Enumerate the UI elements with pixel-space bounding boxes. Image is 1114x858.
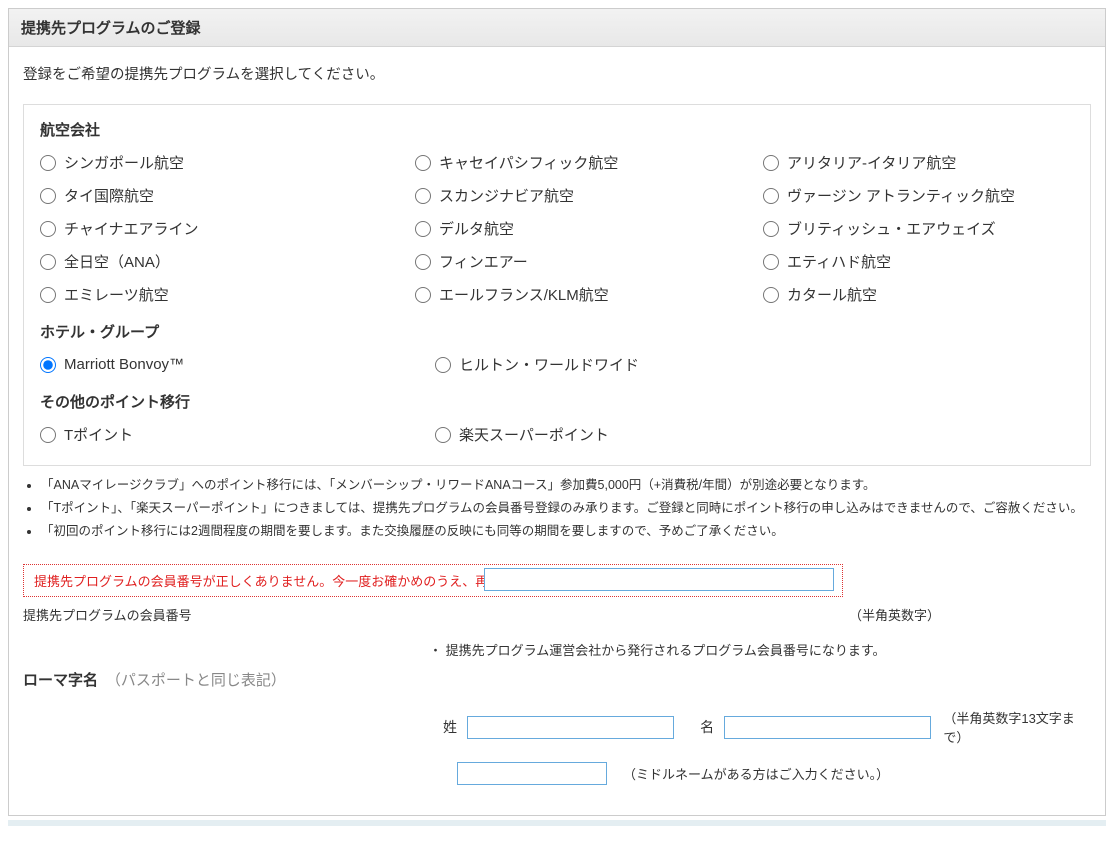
radio-label: タイ国際航空 (64, 185, 154, 206)
intro-text: 登録をご希望の提携先プログラムを選択してください。 (9, 47, 1105, 94)
radio-other-rakuten[interactable]: 楽天スーパーポイント (435, 418, 1074, 451)
first-name-label: 名 (700, 717, 714, 737)
radio-airline-cathay[interactable]: キャセイパシフィック航空 (415, 146, 763, 179)
radio-input[interactable] (763, 287, 779, 303)
last-name-label: 姓 (443, 717, 457, 737)
group-airlines-title: 航空会社 (40, 119, 1074, 140)
hotel-radio-grid: Marriott Bonvoy™ ヒルトン・ワールドワイド (40, 348, 1074, 381)
radio-input[interactable] (40, 254, 56, 270)
radio-input[interactable] (415, 221, 431, 237)
radio-input[interactable] (763, 221, 779, 237)
registration-page: 提携先プログラムのご登録 登録をご希望の提携先プログラムを選択してください。 航… (8, 8, 1106, 816)
radio-label: エミレーツ航空 (64, 284, 169, 305)
group-hotels-title: ホテル・グループ (40, 321, 1074, 342)
radio-input[interactable] (415, 155, 431, 171)
radio-label: アリタリア-イタリア航空 (787, 152, 956, 173)
radio-label: カタール航空 (787, 284, 877, 305)
radio-other-tpoint[interactable]: Tポイント (40, 418, 435, 451)
middle-name-input[interactable] (457, 762, 607, 785)
radio-input[interactable] (40, 287, 56, 303)
last-name-input[interactable] (467, 716, 674, 739)
radio-input[interactable] (435, 427, 451, 443)
name-row: 姓 名 （半角英数字13文字まで） (443, 708, 1091, 746)
radio-input[interactable] (40, 427, 56, 443)
radio-label: 全日空（ANA） (64, 251, 170, 272)
radio-input[interactable] (415, 287, 431, 303)
radio-airline-ana[interactable]: 全日空（ANA） (40, 245, 415, 278)
radio-label: ヒルトン・ワールドワイド (459, 354, 639, 375)
radio-input[interactable] (763, 155, 779, 171)
romaji-section: ローマ字名 （パスポートと同じ表記） 姓 名 （半角英数字13文字まで） （ミド… (9, 659, 1105, 815)
radio-airline-alitalia[interactable]: アリタリア-イタリア航空 (763, 146, 1074, 179)
program-selection-box: 航空会社 シンガポール航空 キャセイパシフィック航空 アリタリア-イタリア航空 … (23, 104, 1091, 466)
radio-airline-virgin[interactable]: ヴァージン アトランティック航空 (763, 179, 1074, 212)
airline-radio-grid: シンガポール航空 キャセイパシフィック航空 アリタリア-イタリア航空 タイ国際航… (40, 146, 1074, 311)
notes-list: 「ANAマイレージクラブ」へのポイント移行には、「メンバーシップ・リワードANA… (37, 476, 1091, 540)
radio-airline-thai[interactable]: タイ国際航空 (40, 179, 415, 212)
romaji-title: ローマ字名 (23, 672, 98, 689)
romaji-hint: （半角英数字13文字まで） (943, 708, 1091, 746)
section-title: 提携先プログラムのご登録 (9, 8, 1105, 47)
radio-label: スカンジナビア航空 (439, 185, 574, 206)
other-radio-grid: Tポイント 楽天スーパーポイント (40, 418, 1074, 451)
radio-label: シンガポール航空 (64, 152, 184, 173)
radio-input[interactable] (40, 155, 56, 171)
radio-label: キャセイパシフィック航空 (439, 152, 618, 173)
first-name-input[interactable] (724, 716, 931, 739)
radio-airline-qatar[interactable]: カタール航空 (763, 278, 1074, 311)
radio-input[interactable] (40, 221, 56, 237)
member-number-input[interactable] (484, 568, 834, 591)
radio-label: Marriott Bonvoy™ (64, 356, 184, 373)
radio-input[interactable] (435, 357, 451, 373)
note-item: 「ANAマイレージクラブ」へのポイント移行には、「メンバーシップ・リワードANA… (41, 476, 1091, 495)
radio-input[interactable] (40, 188, 56, 204)
radio-hotel-hilton[interactable]: ヒルトン・ワールドワイド (435, 348, 1074, 381)
radio-input[interactable] (415, 254, 431, 270)
radio-airline-afklm[interactable]: エールフランス/KLM航空 (415, 278, 763, 311)
radio-airline-etihad[interactable]: エティハド航空 (763, 245, 1074, 278)
radio-airline-delta[interactable]: デルタ航空 (415, 212, 763, 245)
member-number-label: 提携先プログラムの会員番号 (23, 605, 483, 624)
radio-label: フィンエアー (439, 251, 528, 272)
member-number-hint: （半角英数字） (849, 605, 940, 624)
radio-label: チャイナエアライン (64, 218, 199, 239)
radio-input[interactable] (40, 357, 56, 373)
radio-label: ヴァージン アトランティック航空 (787, 185, 1015, 206)
middle-name-hint: （ミドルネームがある方はご入力ください。） (623, 764, 889, 783)
radio-airline-sas[interactable]: スカンジナビア航空 (415, 179, 763, 212)
radio-label: ブリティッシュ・エアウェイズ (787, 218, 996, 239)
member-number-row: 提携先プログラムの会員番号 （半角英数字） (9, 603, 1105, 626)
group-other-title: その他のポイント移行 (40, 391, 1074, 412)
radio-input[interactable] (763, 254, 779, 270)
radio-airline-finnair[interactable]: フィンエアー (415, 245, 763, 278)
radio-input[interactable] (763, 188, 779, 204)
radio-label: エティハド航空 (787, 251, 891, 272)
member-number-subhint: ・ 提携先プログラム運営会社から発行されるプログラム会員番号になります。 (429, 640, 1105, 659)
note-item: 「Tポイント」、「楽天スーパーポイント」につきましては、提携先プログラムの会員番… (41, 499, 1091, 518)
middle-name-row: （ミドルネームがある方はご入力ください。） (457, 762, 1091, 785)
note-item: 「初回のポイント移行には2週間程度の期間を要します。また交換履歴の反映にも同等の… (41, 522, 1091, 541)
radio-airline-singapore[interactable]: シンガポール航空 (40, 146, 415, 179)
radio-airline-ba[interactable]: ブリティッシュ・エアウェイズ (763, 212, 1074, 245)
radio-label: 楽天スーパーポイント (459, 424, 609, 445)
radio-airline-chinaairlines[interactable]: チャイナエアライン (40, 212, 415, 245)
romaji-subtitle: （パスポートと同じ表記） (106, 672, 286, 689)
radio-input[interactable] (415, 188, 431, 204)
radio-label: デルタ航空 (439, 218, 514, 239)
bottom-band (8, 820, 1106, 826)
radio-airline-emirates[interactable]: エミレーツ航空 (40, 278, 415, 311)
radio-label: Tポイント (64, 424, 133, 445)
radio-label: エールフランス/KLM航空 (439, 284, 609, 305)
radio-hotel-marriott[interactable]: Marriott Bonvoy™ (40, 348, 435, 381)
